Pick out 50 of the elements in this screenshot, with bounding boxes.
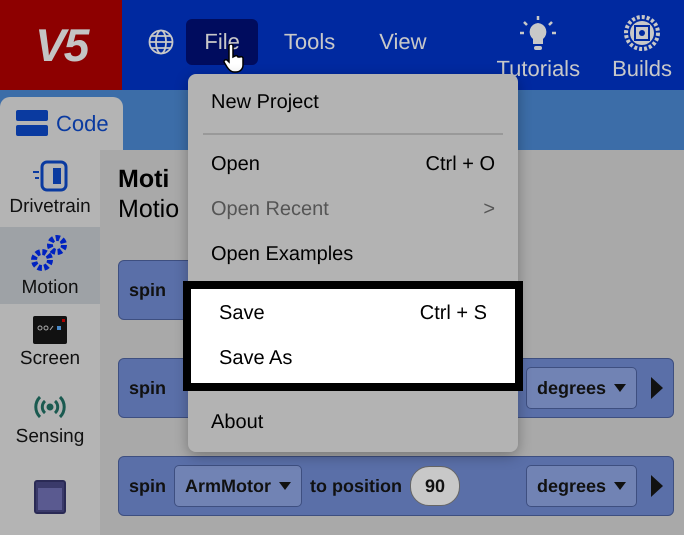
lightbulb-icon (519, 14, 558, 52)
block-dropdown[interactable]: degrees (526, 367, 637, 409)
caret-icon (279, 482, 292, 490)
shortcut-label: Ctrl + O (426, 153, 495, 176)
menu-item-label: Open Recent (211, 198, 329, 221)
menu-tab[interactable]: View (361, 19, 445, 65)
menu-item[interactable]: About (188, 400, 518, 445)
palette-subtitle: Motio (118, 194, 180, 224)
shortcut-label: > (483, 198, 495, 221)
category-item[interactable]: Sensing (0, 381, 100, 458)
category-item[interactable]: Motion (0, 227, 100, 304)
block-dropdown[interactable]: degrees (526, 465, 637, 507)
category-label: Screen (20, 348, 80, 370)
menu-item[interactable]: Open Ctrl + O (188, 142, 518, 187)
block-label: spin (129, 280, 166, 300)
gear-icon (623, 14, 662, 52)
drivetrain-icon (31, 160, 69, 192)
block-label: spin (129, 378, 166, 398)
code-block[interactable]: spin ArmMotor to position 90 degrees (118, 456, 674, 516)
category-item[interactable]: Drivetrain (0, 150, 100, 227)
block-label: to position (310, 476, 402, 496)
number-input[interactable]: 90 (410, 466, 460, 506)
logo: V5 (0, 0, 122, 90)
menu-item-label: Save As (219, 347, 292, 370)
block-label: spin (129, 476, 166, 496)
shortcut-label: Ctrl + S (420, 302, 487, 325)
play-icon[interactable] (649, 377, 663, 399)
caret-icon (614, 384, 626, 392)
toolbar-button[interactable]: Tutorials (484, 14, 592, 82)
gears-icon (30, 232, 70, 272)
blocks-icon (16, 110, 48, 138)
category-label: Drivetrain (9, 196, 91, 218)
menu-item[interactable]: New Project (188, 80, 518, 125)
toolbar-button[interactable]: Builds (600, 14, 684, 82)
code-tab[interactable]: Code (0, 97, 123, 150)
category-label: Sensing (16, 426, 84, 448)
menu-item[interactable]: Save As (196, 336, 510, 381)
palette-title: Moti (118, 164, 170, 194)
menu-item-label: About (211, 411, 264, 434)
menu-tab[interactable]: Tools (266, 19, 354, 65)
block-dropdown[interactable]: ArmMotor (174, 465, 302, 507)
category-item[interactable]: Screen (0, 304, 100, 381)
menu-item-label: Open (211, 153, 260, 176)
window-icon (34, 480, 66, 514)
brain-screen-icon (33, 316, 67, 344)
globe-icon[interactable] (148, 29, 174, 55)
menu-item-label: New Project (211, 91, 319, 114)
category-label: Motion (21, 276, 79, 298)
play-icon[interactable] (649, 475, 663, 497)
caret-icon (614, 482, 626, 490)
